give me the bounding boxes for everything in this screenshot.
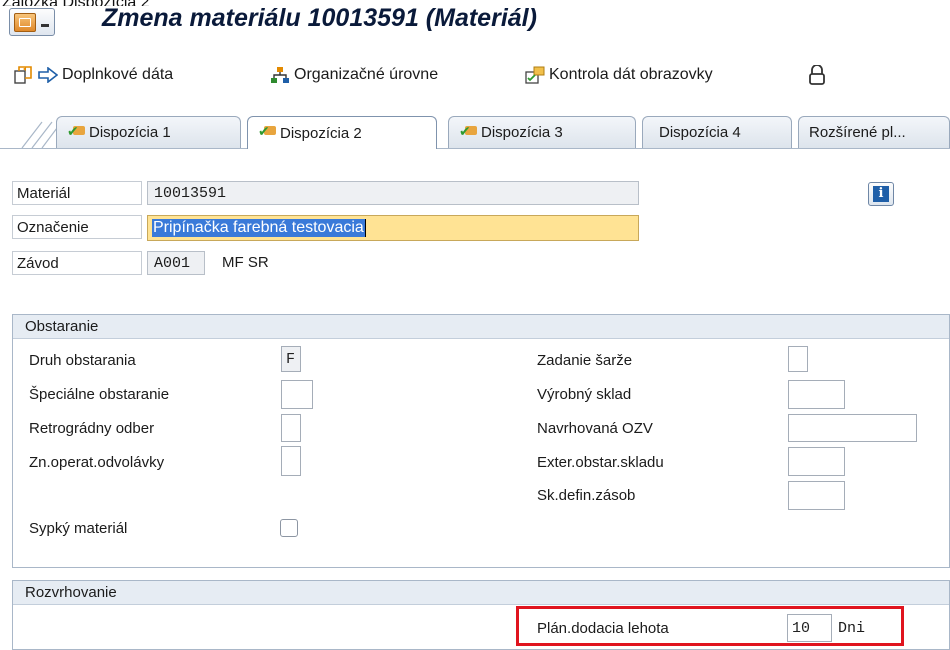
oznacenie-field[interactable]: Pripínačka farebná testovacia bbox=[147, 215, 639, 241]
specialne-obstaranie-label: Špeciálne obstaranie bbox=[29, 386, 170, 403]
navrhovana-ozv-field[interactable] bbox=[788, 414, 917, 442]
check-screen-icon bbox=[525, 66, 545, 84]
tab-dispozicia-2[interactable]: Dispozícia 2 bbox=[247, 116, 437, 149]
tab-strip-left-decoration bbox=[20, 118, 61, 149]
hierarchy-icon bbox=[270, 66, 290, 84]
sypky-material-label: Sypký materiál bbox=[29, 520, 128, 537]
zadanie-sarze-label: Zadanie šarže bbox=[537, 352, 633, 369]
tab-dispozicia-4[interactable]: Dispozícia 4 bbox=[642, 116, 792, 148]
druh-obstarania-field[interactable]: F bbox=[281, 346, 301, 372]
lock-icon bbox=[808, 64, 826, 85]
lock-button[interactable] bbox=[808, 63, 830, 87]
material-field: 10013591 bbox=[147, 181, 639, 205]
doplnkove-data-label: Doplnkové dáta bbox=[62, 66, 174, 83]
zadanie-sarze-field[interactable] bbox=[788, 346, 808, 372]
oznacenie-label: Označenie bbox=[17, 218, 89, 236]
vyrobny-sklad-label: Výrobný sklad bbox=[537, 386, 632, 403]
tab-dispozicia-1[interactable]: Dispozícia 1 bbox=[56, 116, 241, 148]
tab-check-icon bbox=[258, 124, 276, 140]
tab-check-icon bbox=[459, 124, 477, 140]
vyrobny-sklad-field[interactable] bbox=[788, 380, 845, 409]
organizacne-urovne-button[interactable]: Organizačné úrovne bbox=[270, 63, 438, 87]
menu-button[interactable] bbox=[9, 8, 55, 36]
text-cursor bbox=[364, 219, 366, 237]
switch-view-icon bbox=[14, 66, 32, 84]
info-icon: i bbox=[873, 186, 889, 202]
organizacne-urovne-label: Organizačné úrovne bbox=[294, 66, 439, 83]
oznacenie-label-box: Označenie bbox=[12, 215, 142, 239]
tab-label: Dispozícia 1 bbox=[89, 124, 171, 141]
highlight-frame bbox=[516, 606, 904, 646]
tab-rozsirene-planovanie[interactable]: Rozšírené pl... bbox=[798, 116, 950, 148]
retrogradny-odber-label: Retrográdny odber bbox=[29, 420, 155, 437]
tab-label: Dispozícia 3 bbox=[481, 124, 563, 141]
info-button[interactable]: i bbox=[868, 182, 894, 206]
oznacenie-selected-text: Pripínačka farebná testovacia bbox=[152, 219, 365, 237]
tab-check-icon bbox=[67, 124, 85, 140]
zavod-label-box: Závod bbox=[12, 251, 142, 275]
zn-operat-odvolavky-label: Zn.operat.odvolávky bbox=[29, 454, 165, 471]
doplnkove-data-button[interactable]: Doplnkové dáta bbox=[38, 63, 173, 87]
retrogradny-odber-field[interactable] bbox=[281, 414, 301, 442]
druh-obstarania-label: Druh obstarania bbox=[29, 352, 136, 369]
kontrola-dat-button[interactable]: Kontrola dát obrazovky bbox=[525, 63, 713, 87]
tab-dispozicia-3[interactable]: Dispozícia 3 bbox=[448, 116, 636, 148]
tab-label: Dispozícia 4 bbox=[659, 124, 741, 141]
zn-operat-odvolavky-field[interactable] bbox=[281, 446, 301, 476]
page-title: Zmena materiálu 10013591 (Materiál) bbox=[102, 4, 537, 32]
zavod-name: MF SR bbox=[222, 254, 269, 271]
sk-defin-zasob-label: Sk.defin.zásob bbox=[537, 487, 636, 504]
tab-label: Dispozícia 2 bbox=[280, 124, 362, 142]
sypky-material-checkbox[interactable] bbox=[280, 519, 298, 537]
material-label-box: Materiál bbox=[12, 181, 142, 205]
rozvrhovanie-group-title: Rozvrhovanie bbox=[13, 581, 949, 605]
exter-obstar-skladu-label: Exter.obstar.skladu bbox=[537, 454, 664, 471]
tab-label: Rozšírené pl... bbox=[809, 124, 906, 141]
arrow-right-icon bbox=[38, 66, 59, 84]
dropdown-caret-icon bbox=[41, 24, 49, 27]
change-view-button[interactable] bbox=[14, 63, 36, 87]
navrhovana-ozv-label: Navrhovaná OZV bbox=[537, 420, 653, 437]
zavod-label: Závod bbox=[17, 254, 59, 272]
obstaranie-group-title: Obstaranie bbox=[13, 315, 949, 339]
zavod-field: A001 bbox=[147, 251, 205, 275]
kontrola-dat-label: Kontrola dát obrazovky bbox=[549, 66, 713, 83]
sap-menu-icon bbox=[14, 13, 36, 32]
exter-obstar-skladu-field[interactable] bbox=[788, 447, 845, 476]
material-label: Materiál bbox=[17, 184, 71, 202]
sk-defin-zasob-field[interactable] bbox=[788, 481, 845, 510]
specialne-obstaranie-field[interactable] bbox=[281, 380, 313, 409]
